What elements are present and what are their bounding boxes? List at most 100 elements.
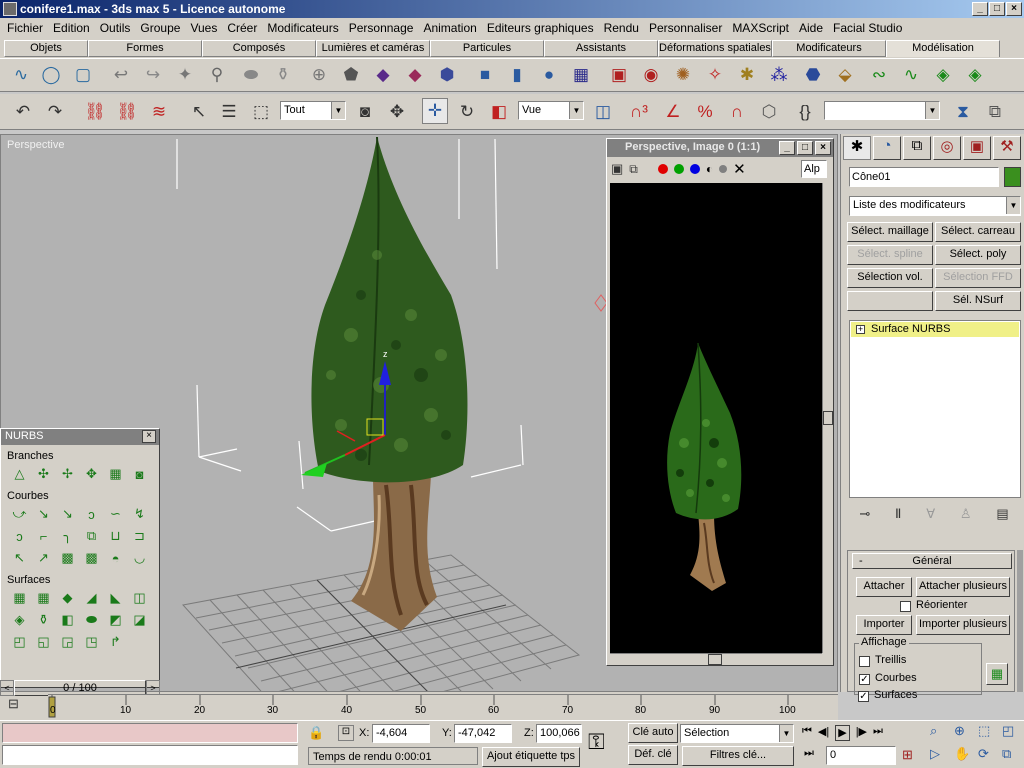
go-to-end-icon[interactable]: ⏭	[873, 725, 883, 741]
selection-filter-dropdown[interactable]: Tout ▼	[280, 101, 346, 120]
cv-curve-icon[interactable]: ⤻	[9, 504, 30, 524]
menu-tools[interactable]: Outils	[95, 21, 136, 35]
surface-curve-point-icon[interactable]: ◙	[129, 464, 150, 484]
percent-snap-icon[interactable]: %	[692, 99, 718, 125]
lock-selection-icon[interactable]: 🔒	[308, 725, 324, 741]
current-frame-field[interactable]: 0	[826, 746, 896, 765]
angle-snap-icon[interactable]: ∠	[660, 99, 686, 125]
cylinder-icon[interactable]: ▮	[504, 62, 530, 88]
tab-space-warps[interactable]: Déformations spatiales	[658, 40, 772, 57]
select-spline-button[interactable]: Sélect. spline	[847, 245, 933, 265]
time-configuration-icon[interactable]: ⊞	[902, 747, 913, 763]
tab-objects[interactable]: Objets	[4, 40, 88, 57]
vase-icon[interactable]: ⚱	[270, 62, 296, 88]
slice-icon[interactable]: ✧	[702, 62, 728, 88]
plane-grid-icon[interactable]: ▦	[568, 62, 594, 88]
lathe-icon[interactable]: ↪	[140, 62, 166, 88]
render-minimize-button[interactable]: _	[779, 141, 795, 155]
select-patch-button[interactable]: Sélect. carreau	[935, 222, 1021, 242]
key-icon[interactable]: ⚿	[588, 729, 605, 755]
render-vertical-scrollbar[interactable]	[822, 183, 833, 653]
render-maximize-button[interactable]: □	[797, 141, 813, 155]
import-multiple-button[interactable]: Importer plusieurs	[916, 615, 1010, 635]
v-iso-curve-icon[interactable]: ⊐	[129, 526, 150, 546]
uv-loft-surface-icon[interactable]: ◪	[129, 610, 150, 630]
box-icon[interactable]: ■	[472, 62, 498, 88]
named-selection-icon[interactable]: ⬡	[756, 99, 782, 125]
menu-help[interactable]: Aide	[794, 21, 828, 35]
key-mode-toggle-icon[interactable]: ⏭	[804, 747, 814, 760]
scale-icon[interactable]: ◧	[486, 99, 512, 125]
mirror-icon[interactable]: ⧗	[950, 99, 976, 125]
sphere-icon[interactable]: ●	[536, 62, 562, 88]
spline-icon[interactable]: ∿	[8, 62, 34, 88]
scroll-thumb[interactable]	[708, 654, 722, 665]
multisided-blend-icon[interactable]: ◲	[57, 632, 78, 652]
nurbs-surface-icon[interactable]: ◈	[930, 62, 956, 88]
surf-point-icon[interactable]: ▦	[105, 464, 126, 484]
save-icon[interactable]: ▣	[611, 161, 623, 177]
box-shape-icon[interactable]: ⬢	[434, 62, 460, 88]
cv-surface-icon[interactable]: ▦	[9, 588, 30, 608]
select-by-name-icon[interactable]: ☰	[216, 99, 242, 125]
transform-surface-icon[interactable]: ◆	[57, 588, 78, 608]
mesh-sphere-icon[interactable]: ◉	[638, 62, 664, 88]
link-icon[interactable]: ⛓	[82, 99, 108, 125]
select-ffd-button[interactable]: Sélection FFD	[935, 268, 1021, 288]
maximize-button[interactable]: □	[989, 2, 1005, 16]
zoom-extents-all-icon[interactable]: ◰	[1002, 723, 1024, 744]
nurbs-curve-icon[interactable]: ∾	[866, 62, 892, 88]
point-curve-on-surface-icon[interactable]: ▩	[81, 548, 102, 568]
mirror-curve-icon[interactable]: ↄ	[9, 526, 30, 546]
offset-point-icon[interactable]: ✣	[33, 464, 54, 484]
channel-dropdown[interactable]: Alp	[801, 160, 827, 178]
bevel-icon[interactable]: ⚲	[204, 62, 230, 88]
pivot-center-icon[interactable]: ◫	[590, 99, 616, 125]
select-object-icon[interactable]: ↖	[186, 99, 212, 125]
remove-modifier-icon[interactable]: ♙	[960, 506, 972, 526]
tab-modeling[interactable]: Modélisation	[886, 40, 1000, 57]
menu-character[interactable]: Personnage	[344, 21, 419, 35]
grid-mesh-icon[interactable]: ◆	[370, 62, 396, 88]
tab-helpers[interactable]: Assistants	[544, 40, 658, 57]
add-time-tag-button[interactable]: Ajout étiquette tps	[482, 747, 580, 767]
normal-projected-curve-icon[interactable]: ↖	[9, 548, 30, 568]
utilities-tab-icon[interactable]: ⚒	[993, 136, 1021, 160]
zoom-extents-icon[interactable]: ⬚	[978, 723, 1000, 744]
menu-file[interactable]: Fichier	[2, 21, 48, 35]
point-icon[interactable]: △	[9, 464, 30, 484]
rock-icon[interactable]: ⬟	[338, 62, 364, 88]
red-channel-icon[interactable]	[657, 164, 668, 174]
fit-curve-icon[interactable]: ↘	[57, 504, 78, 524]
command-panel-scrollbar[interactable]	[1017, 550, 1023, 692]
nurbs-title-bar[interactable]: NURBS ×	[1, 429, 159, 445]
fillet-curve-icon[interactable]: ╮	[57, 526, 78, 546]
menu-edit[interactable]: Edition	[48, 21, 95, 35]
show-end-result-icon[interactable]: Ⅱ	[895, 506, 901, 526]
offset-surface-icon[interactable]: ◣	[105, 588, 126, 608]
tab-shapes[interactable]: Formes	[88, 40, 202, 57]
next-frame-icon[interactable]: |▶	[856, 725, 867, 741]
chamfer-curve-icon[interactable]: ⌐	[33, 526, 54, 546]
curves-checkbox[interactable]: ✓	[859, 674, 870, 685]
configure-modifier-sets-icon[interactable]: ▤	[996, 506, 1008, 526]
track-view-icon[interactable]: ⊟	[8, 696, 32, 716]
lathe-surface-icon[interactable]: ⚱	[33, 610, 54, 630]
object-color-swatch[interactable]	[1004, 167, 1021, 187]
zoom-all-icon[interactable]: ⊕	[954, 723, 976, 744]
tab-lights-cameras[interactable]: Lumières et caméras	[316, 40, 430, 57]
curve-tool-icon[interactable]: ↩	[108, 62, 134, 88]
grid-mesh-2-icon[interactable]: ◆	[402, 62, 428, 88]
create-tab-icon[interactable]: ✱	[843, 136, 871, 160]
object-name-field[interactable]: Cône01	[849, 167, 999, 187]
hierarchy-tab-icon[interactable]: ⧉	[903, 136, 931, 160]
green-channel-icon[interactable]	[673, 164, 684, 174]
select-poly-button[interactable]: Sélect. poly	[935, 245, 1021, 265]
maxscript-listener-mini[interactable]	[2, 723, 298, 743]
multicurve-trim-icon[interactable]: ◳	[81, 632, 102, 652]
minimize-button[interactable]: _	[972, 2, 988, 16]
prompt-line[interactable]	[2, 745, 298, 765]
menu-rendering[interactable]: Rendu	[599, 21, 644, 35]
pan-icon[interactable]: ✋	[954, 746, 976, 767]
align-icon[interactable]: ⧉	[982, 99, 1008, 125]
